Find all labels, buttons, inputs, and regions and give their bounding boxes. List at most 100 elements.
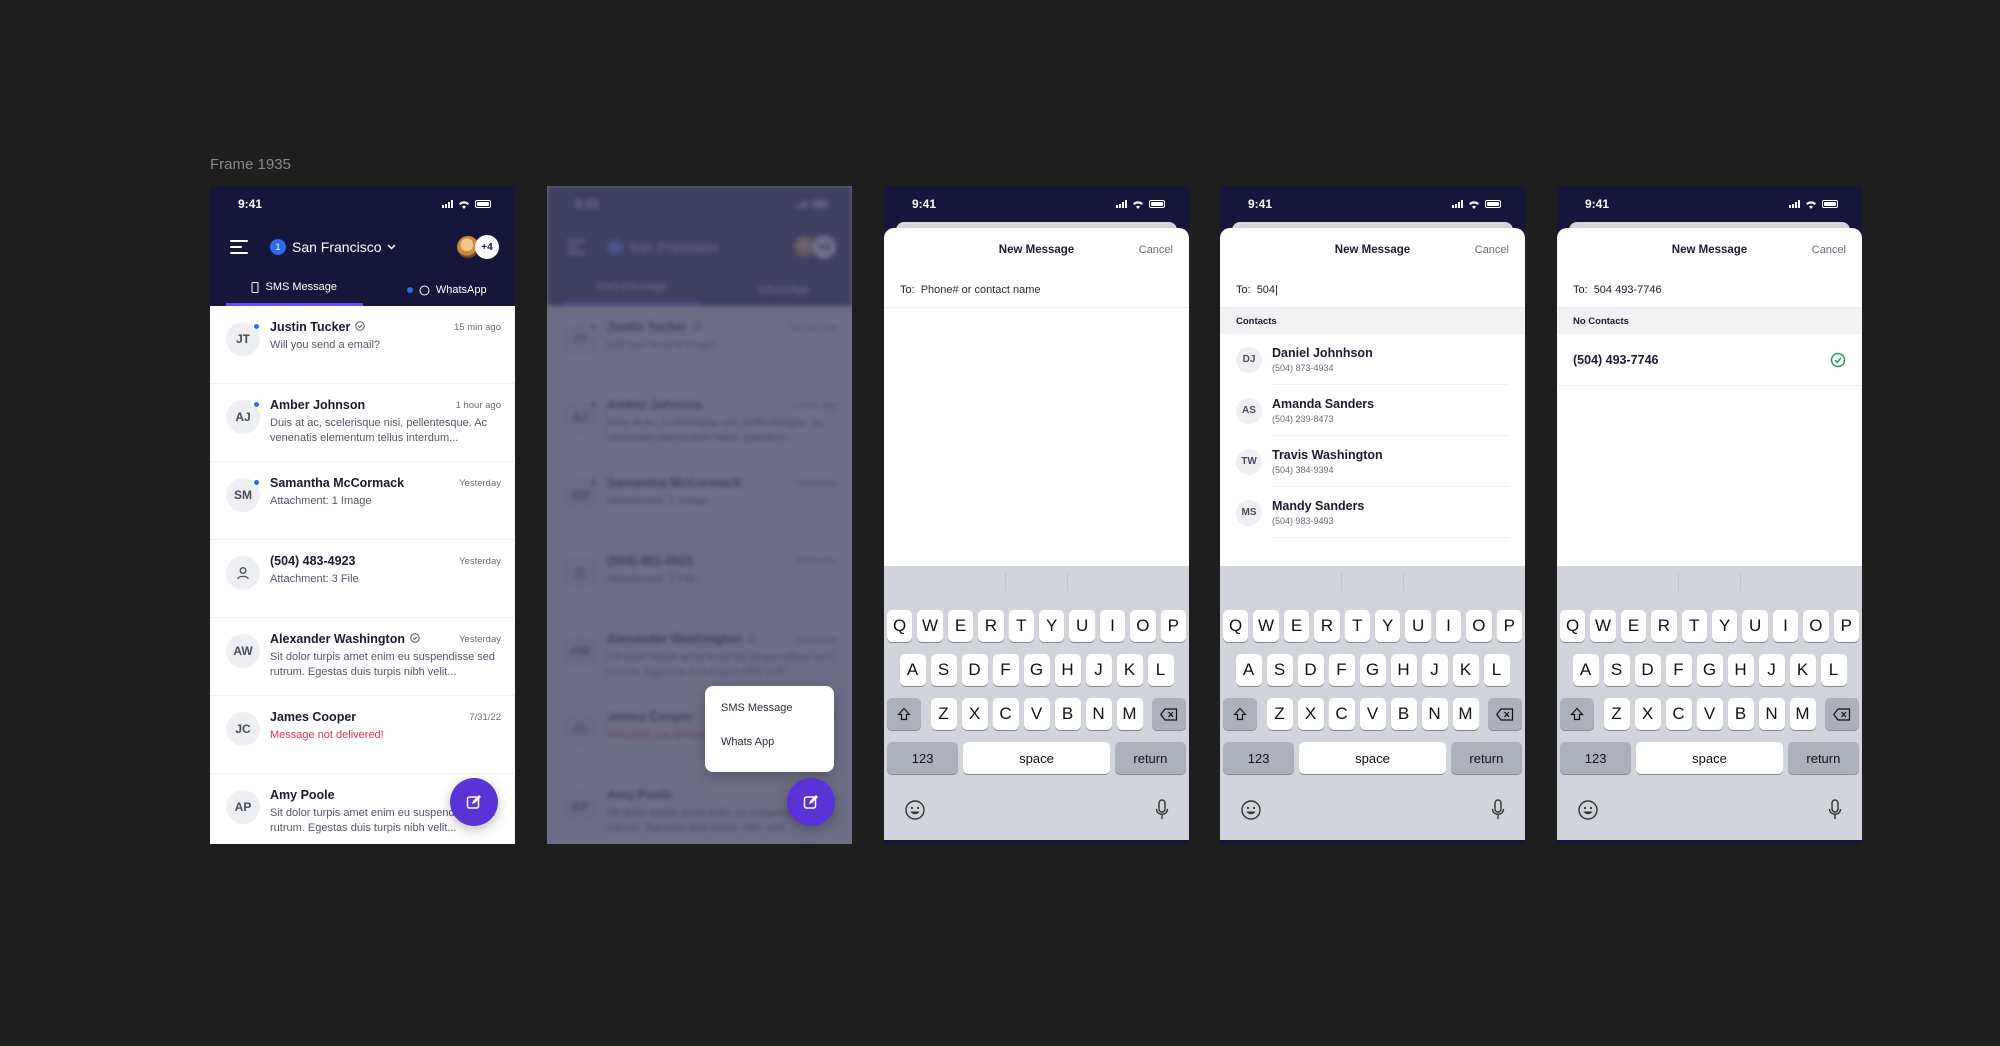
key-letter[interactable]: H [1390, 654, 1417, 686]
key-letter[interactable]: P [1833, 610, 1860, 642]
key-letter[interactable]: F [1328, 654, 1355, 686]
key-letter[interactable]: R [1651, 610, 1677, 642]
emoji-icon[interactable] [904, 799, 926, 821]
compose-button[interactable] [450, 778, 498, 826]
emoji-icon[interactable] [1577, 799, 1599, 821]
key-letter[interactable]: A [1235, 654, 1262, 686]
number-result-row[interactable]: (504) 493-7746 [1557, 334, 1862, 386]
key-letter[interactable]: A [899, 654, 926, 686]
microphone-icon[interactable] [1155, 799, 1169, 821]
conversation-item[interactable]: AW Alexander Washington Yesterday Sit dolor… [210, 618, 515, 696]
key-letter[interactable]: L [1820, 654, 1847, 686]
key-letter[interactable]: H [1727, 654, 1754, 686]
microphone-icon[interactable] [1828, 799, 1842, 821]
shift-key[interactable] [1223, 698, 1257, 730]
key-letter[interactable]: R [978, 610, 1004, 642]
key-letter[interactable]: U [1742, 610, 1768, 642]
key-letter[interactable]: V [1023, 698, 1050, 730]
conversation-item[interactable]: AJ Amber Johnson 1 hour ago Duis at ac, sce… [210, 384, 515, 462]
key-letter[interactable]: J [1421, 654, 1448, 686]
key-letter[interactable]: B [1054, 698, 1081, 730]
key-letter[interactable]: Q [1559, 610, 1586, 642]
key-letter[interactable]: M [1116, 698, 1143, 730]
key-letter[interactable]: O [1130, 610, 1156, 642]
key-letter[interactable]: K [1116, 654, 1143, 686]
key-letter[interactable]: C [992, 698, 1019, 730]
key-letter[interactable]: Z [1603, 698, 1630, 730]
key-letter[interactable]: X [1297, 698, 1324, 730]
recipient-input[interactable] [920, 283, 1141, 296]
key-letter[interactable]: B [1727, 698, 1754, 730]
key-letter[interactable]: S [1266, 654, 1293, 686]
conversation-item[interactable]: (504) 483-4923 Yesterday Attachment: 3 Fil… [210, 540, 515, 618]
key-letter[interactable]: P [1496, 610, 1523, 642]
conversation-item[interactable]: JT Justin Tucker 15 min ago Will you send a… [210, 306, 515, 384]
key-letter[interactable]: S [1603, 654, 1630, 686]
menu-item-whatsapp[interactable]: Whats App [721, 732, 818, 766]
key-letter[interactable]: L [1147, 654, 1174, 686]
key-letter[interactable]: M [1789, 698, 1816, 730]
contact-row[interactable]: AS Amanda Sanders (504) 239-8473 [1220, 385, 1525, 436]
key-letter[interactable]: Z [930, 698, 957, 730]
key-letter[interactable]: I [1772, 610, 1799, 642]
menu-item-sms[interactable]: SMS Message [721, 698, 818, 732]
return-key[interactable]: return [1787, 742, 1860, 774]
tab-whatsapp[interactable]: WhatsApp [379, 284, 516, 306]
key-letter[interactable]: L [1483, 654, 1510, 686]
microphone-icon[interactable] [1491, 799, 1505, 821]
key-letter[interactable]: O [1803, 610, 1829, 642]
key-letter[interactable]: N [1421, 698, 1448, 730]
key-letter[interactable]: N [1758, 698, 1785, 730]
key-letter[interactable]: T [1344, 610, 1370, 642]
key-letter[interactable]: M [1452, 698, 1479, 730]
key-letter[interactable]: T [1008, 610, 1034, 642]
key-letter[interactable]: K [1452, 654, 1479, 686]
emoji-icon[interactable] [1240, 799, 1262, 821]
key-letter[interactable]: O [1466, 610, 1492, 642]
key-letter[interactable]: D [1634, 654, 1661, 686]
key-letter[interactable]: S [930, 654, 957, 686]
numbers-key[interactable]: 123 [1560, 742, 1632, 774]
key-letter[interactable]: W [1590, 610, 1616, 642]
key-letter[interactable]: Q [1222, 610, 1249, 642]
key-letter[interactable]: X [961, 698, 988, 730]
key-letter[interactable]: J [1758, 654, 1785, 686]
key-letter[interactable]: W [917, 610, 943, 642]
key-letter[interactable]: I [1435, 610, 1462, 642]
shift-key[interactable] [1560, 698, 1594, 730]
space-key[interactable]: space [963, 742, 1110, 774]
key-letter[interactable]: J [1085, 654, 1112, 686]
conversation-item[interactable]: SM Samantha McCormack Yesterday Attachment:… [210, 462, 515, 540]
key-letter[interactable]: Z [1266, 698, 1293, 730]
key-letter[interactable]: P [1160, 610, 1187, 642]
key-letter[interactable]: X [1634, 698, 1661, 730]
key-letter[interactable]: F [992, 654, 1019, 686]
key-letter[interactable]: C [1665, 698, 1692, 730]
location-selector[interactable]: 1 San Francisco [270, 239, 397, 255]
return-key[interactable]: return [1450, 742, 1523, 774]
cancel-button[interactable]: Cancel [1139, 244, 1173, 256]
key-letter[interactable]: C [1328, 698, 1355, 730]
key-letter[interactable]: A [1572, 654, 1599, 686]
cancel-button[interactable]: Cancel [1475, 244, 1509, 256]
recipient-input[interactable] [1256, 283, 1477, 296]
shift-key[interactable] [887, 698, 921, 730]
key-letter[interactable]: D [961, 654, 988, 686]
backspace-key[interactable] [1825, 698, 1859, 730]
backspace-key[interactable] [1152, 698, 1186, 730]
key-letter[interactable]: R [1314, 610, 1340, 642]
key-letter[interactable]: H [1054, 654, 1081, 686]
key-letter[interactable]: G [1696, 654, 1723, 686]
key-letter[interactable]: G [1023, 654, 1050, 686]
conversation-item[interactable]: JC James Cooper 7/31/22 Message not deliver… [210, 696, 515, 774]
tab-sms[interactable]: SMS Message [226, 281, 363, 306]
key-letter[interactable]: Q [886, 610, 913, 642]
key-letter[interactable]: U [1069, 610, 1095, 642]
backspace-key[interactable] [1488, 698, 1522, 730]
key-letter[interactable]: D [1297, 654, 1324, 686]
contact-row[interactable]: MS Mandy Sanders (504) 983-9493 [1220, 487, 1525, 538]
key-letter[interactable]: U [1405, 610, 1431, 642]
space-key[interactable]: space [1636, 742, 1783, 774]
key-letter[interactable]: W [1253, 610, 1279, 642]
key-letter[interactable]: Y [1375, 610, 1401, 642]
